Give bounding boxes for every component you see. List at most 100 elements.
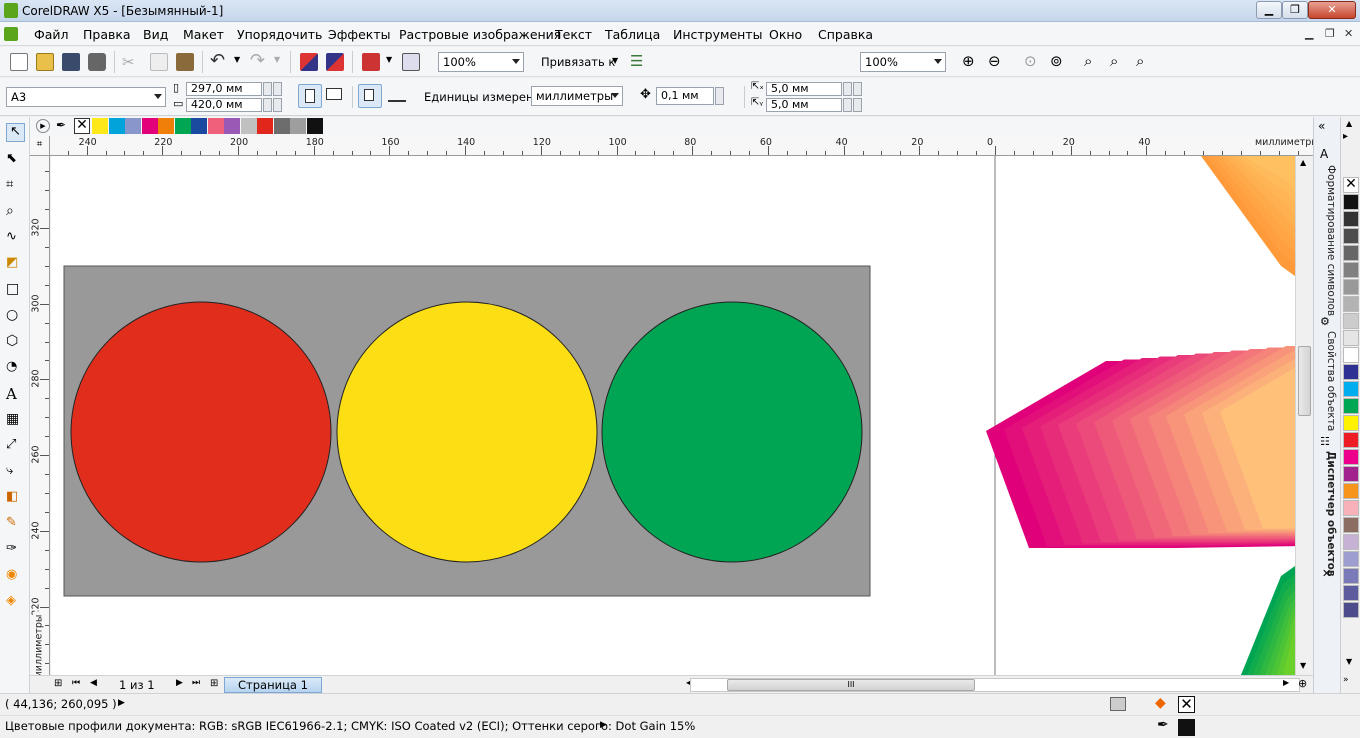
- height-spin-button[interactable]: [273, 98, 282, 112]
- palette-swatch[interactable]: [174, 118, 191, 134]
- zoom-out-icon[interactable]: ⊖: [988, 52, 1001, 70]
- no-fill-swatch[interactable]: ✕: [1343, 177, 1359, 193]
- snapshot-icon[interactable]: [1110, 697, 1126, 711]
- no-color-swatch[interactable]: ✕: [74, 118, 90, 134]
- docker-collapse-icon[interactable]: «: [1318, 119, 1325, 133]
- redo-dropdown-icon[interactable]: ▼: [274, 55, 280, 64]
- duplicate-x-input[interactable]: 5,0 мм: [766, 82, 842, 96]
- palette-scroll-up-icon[interactable]: ▲: [1346, 119, 1352, 128]
- palette-flyout-icon[interactable]: ▸: [1343, 131, 1348, 142]
- duplicate-x-spin-button[interactable]: [843, 82, 852, 96]
- menu-arrange[interactable]: Упорядочить: [237, 27, 322, 42]
- copy-icon[interactable]: [150, 53, 168, 71]
- menu-effects[interactable]: Эффекты: [328, 27, 391, 42]
- palette-color-cell[interactable]: [1343, 483, 1359, 499]
- interactive-fill-tool-icon[interactable]: ◈: [6, 593, 25, 612]
- palette-color-cell[interactable]: [1343, 245, 1359, 261]
- orange-blend-shape[interactable]: [1201, 156, 1295, 276]
- landscape-icon[interactable]: [326, 88, 342, 100]
- palette-swatch[interactable]: [224, 118, 240, 134]
- palette-color-cell[interactable]: [1343, 194, 1359, 210]
- horizontal-ruler[interactable]: 240 220 200 180 160 140 120 100 80 60 40 20 0 20 40 ми…: [30, 136, 1313, 156]
- portrait-button[interactable]: [298, 84, 322, 108]
- print-icon[interactable]: [88, 53, 106, 71]
- table-tool-icon[interactable]: ▦: [6, 411, 25, 430]
- fill-color-none-swatch[interactable]: ✕: [1178, 696, 1195, 713]
- palette-color-cell[interactable]: [1343, 381, 1359, 397]
- palette-color-cell[interactable]: [1343, 279, 1359, 295]
- palette-swatch[interactable]: [273, 118, 290, 134]
- close-button[interactable]: ✕: [1308, 1, 1356, 19]
- page-width-input[interactable]: 297,0 мм: [186, 82, 262, 96]
- palette-expand-icon[interactable]: »: [1343, 675, 1349, 685]
- maximize-button[interactable]: ❐: [1282, 1, 1308, 19]
- undo-icon[interactable]: ↶: [210, 50, 225, 71]
- options-icon[interactable]: ☰: [630, 52, 643, 70]
- zoom-page-icon[interactable]: ⌕: [1084, 52, 1092, 70]
- palette-color-cell[interactable]: [1343, 500, 1359, 516]
- crop-tool-icon[interactable]: ⌗: [6, 177, 25, 196]
- docker-close-icon[interactable]: ✕: [1322, 567, 1331, 580]
- palette-color-cell[interactable]: [1343, 296, 1359, 312]
- menu-table[interactable]: Таблица: [605, 27, 660, 42]
- zoom-tool-icon[interactable]: ⌕: [6, 203, 25, 222]
- units-combo[interactable]: миллиметры: [531, 86, 623, 106]
- zoom-level-combo[interactable]: 100%: [860, 52, 946, 72]
- menu-file[interactable]: Файл: [34, 27, 69, 42]
- zoom-all-icon[interactable]: ⊚: [1050, 52, 1063, 70]
- palette-color-cell[interactable]: [1343, 568, 1359, 584]
- dimension-tool-icon[interactable]: ⤢: [6, 437, 25, 456]
- palette-color-cell[interactable]: [1343, 330, 1359, 346]
- scroll-up-icon[interactable]: ▲: [1300, 158, 1306, 167]
- eyedropper-icon[interactable]: ✒: [56, 118, 66, 132]
- menu-edit[interactable]: Правка: [83, 27, 131, 42]
- ruler-origin-icon[interactable]: ⌗: [30, 136, 50, 156]
- open-icon[interactable]: [36, 53, 54, 71]
- ellipse-tool-icon[interactable]: ○: [6, 307, 25, 326]
- nudge-spin-button[interactable]: [715, 87, 724, 105]
- palette-color-cell[interactable]: [1343, 551, 1359, 567]
- scroll-right-icon[interactable]: ▶: [1283, 678, 1289, 687]
- palette-color-cell[interactable]: [1343, 517, 1359, 533]
- red-circle[interactable]: [70, 301, 332, 563]
- color-profiles-text[interactable]: Цветовые профили документа: RGB: sRGB IE…: [5, 719, 695, 733]
- menu-view[interactable]: Вид: [143, 27, 168, 42]
- palette-scroll-down-icon[interactable]: ▼: [1346, 657, 1352, 666]
- palette-color-cell[interactable]: [1343, 313, 1359, 329]
- zoom-combo[interactable]: 100%: [438, 52, 524, 72]
- drawing-canvas[interactable]: [51, 156, 1295, 675]
- vertical-scroll-thumb[interactable]: [1298, 346, 1311, 416]
- menu-window[interactable]: Окно: [769, 27, 802, 42]
- horizontal-scrollbar[interactable]: III: [690, 678, 1300, 692]
- rectangle-tool-icon[interactable]: □: [6, 281, 25, 300]
- palette-menu-icon[interactable]: ▶: [36, 119, 50, 133]
- palette-swatch[interactable]: [191, 118, 207, 134]
- color-eyedropper-tool-icon[interactable]: ✎: [6, 515, 25, 534]
- zoom-selected-icon[interactable]: ⊙: [1024, 52, 1037, 70]
- launcher-dropdown-icon[interactable]: ▼: [386, 55, 392, 64]
- next-page-icon[interactable]: ▶: [176, 678, 183, 688]
- smart-fill-tool-icon[interactable]: ◩: [6, 255, 25, 274]
- scroll-down-icon[interactable]: ▼: [1300, 661, 1306, 670]
- doc-restore-button[interactable]: ❐: [1325, 27, 1335, 40]
- import-icon[interactable]: [300, 53, 318, 71]
- menu-layout[interactable]: Макет: [183, 27, 224, 42]
- minimize-button[interactable]: ▁: [1256, 1, 1282, 19]
- duplicate-y-spin-button-2[interactable]: [853, 98, 862, 112]
- palette-swatch[interactable]: [158, 118, 174, 134]
- export-icon[interactable]: [326, 53, 344, 71]
- new-icon[interactable]: [10, 53, 28, 71]
- width-lock-button[interactable]: [263, 82, 272, 96]
- doc-minimize-button[interactable]: ▁: [1305, 27, 1313, 40]
- basic-shapes-tool-icon[interactable]: ◔: [6, 359, 25, 378]
- palette-swatch[interactable]: [141, 118, 158, 134]
- zoom-height-icon[interactable]: ⌕: [1136, 52, 1144, 70]
- current-page-icon[interactable]: [388, 88, 406, 102]
- prev-page-icon[interactable]: ◀: [90, 678, 97, 688]
- height-lock-button[interactable]: [263, 98, 272, 112]
- pick-tool-icon[interactable]: ↖: [6, 123, 25, 142]
- page-height-input[interactable]: 420,0 мм: [186, 98, 262, 112]
- palette-color-cell[interactable]: [1343, 534, 1359, 550]
- tab-object-properties[interactable]: Свойства объекта: [1317, 331, 1337, 431]
- palette-swatch[interactable]: [306, 118, 323, 134]
